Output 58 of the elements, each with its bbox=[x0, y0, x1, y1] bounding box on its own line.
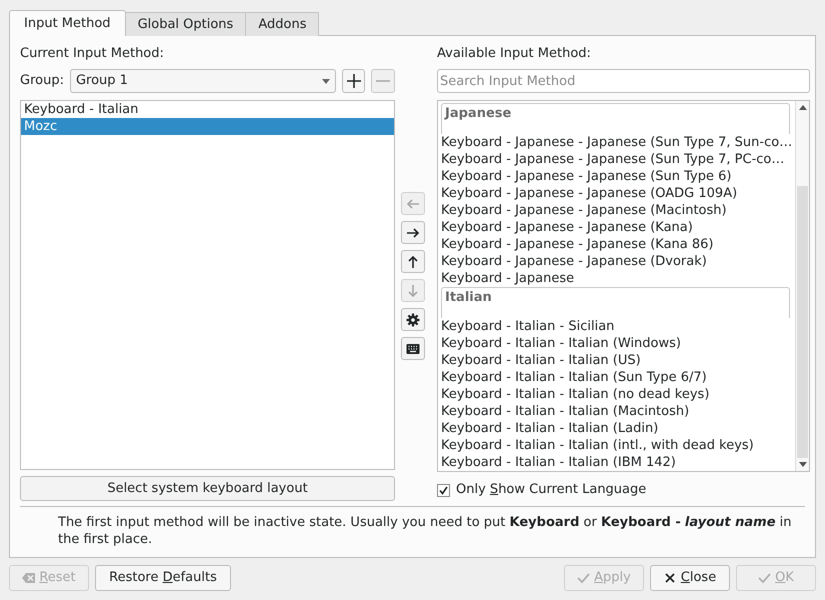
tab[interactable]: Global Options bbox=[124, 12, 246, 36]
tab[interactable]: Input Method bbox=[9, 10, 126, 36]
search-field[interactable]: Search Input Method bbox=[437, 69, 810, 93]
scroll-up-icon[interactable] bbox=[798, 105, 807, 110]
select-layout-button[interactable]: Select system keyboard layout bbox=[20, 476, 395, 501]
language-checkbox[interactable]: Only Show Current Language bbox=[437, 481, 810, 499]
list-item[interactable]: Keyboard - Italian - Italian (Ladin) bbox=[441, 420, 792, 437]
scrollbar[interactable] bbox=[795, 101, 810, 471]
add-button[interactable] bbox=[342, 69, 366, 93]
list-item[interactable]: Keyboard - Japanese - Japanese (Dvorak) bbox=[441, 253, 792, 270]
left-arrow-icon bbox=[406, 196, 420, 210]
list-item[interactable]: Mozc bbox=[21, 118, 394, 135]
section-label: Available Input Method: bbox=[437, 45, 592, 63]
list-item[interactable]: Keyboard - Japanese - Japanese (Kana) bbox=[441, 219, 792, 236]
group-label: Group: bbox=[20, 72, 64, 90]
gear-button[interactable] bbox=[401, 308, 425, 331]
up-arrow-button[interactable] bbox=[401, 250, 425, 273]
info-text: The first input method will be inactive state. Usually you need to put Keyboard or Keyboard - layout name in the first place. bbox=[57, 514, 793, 548]
group-dropdown[interactable]: Group 1 bbox=[70, 69, 336, 93]
keyboard-button[interactable] bbox=[401, 337, 425, 360]
close-icon bbox=[664, 572, 677, 584]
check-icon bbox=[577, 572, 590, 584]
list-item[interactable]: Keyboard - Japanese - Japanese (OADG 109A) bbox=[441, 185, 792, 202]
backspace-icon bbox=[22, 572, 36, 584]
list-item[interactable]: Keyboard - Japanese - Japanese (Macintosh) bbox=[441, 202, 792, 219]
list-item[interactable]: Keyboard - Italian - Italian (US) bbox=[441, 352, 792, 369]
plain-button[interactable]: Restore Defaults bbox=[95, 565, 231, 591]
list-item[interactable]: Keyboard - Italian - Italian (Sun Type 6/7) bbox=[441, 369, 792, 386]
list-item[interactable]: Keyboard - Italian - Italian (IBM 142) bbox=[441, 454, 792, 471]
checkbox[interactable] bbox=[437, 484, 450, 496]
list-item[interactable]: Keyboard - Japanese - Japanese (Sun Type 6) bbox=[441, 168, 792, 185]
keyboard-icon bbox=[406, 342, 420, 356]
list-item[interactable]: Keyboard - Japanese - Japanese (Sun Type 7, PC-co… bbox=[441, 151, 792, 168]
list-item[interactable]: Keyboard - Italian - Italian (Macintosh) bbox=[441, 403, 792, 420]
down-arrow-icon bbox=[406, 284, 420, 298]
list-item[interactable]: Keyboard - Japanese bbox=[441, 270, 792, 287]
scrollbar-thumb[interactable] bbox=[797, 186, 808, 458]
group-header: Italian bbox=[445, 290, 492, 305]
dropdown-caret-icon bbox=[322, 78, 330, 84]
scroll-down-icon[interactable] bbox=[798, 462, 807, 467]
section-label: Current Input Method: bbox=[20, 45, 165, 63]
list-item[interactable]: Keyboard - Italian - Italian (intl., with dead keys) bbox=[441, 437, 792, 454]
tab[interactable]: Addons bbox=[245, 12, 320, 36]
gear-icon bbox=[406, 312, 420, 326]
right-arrow-button[interactable] bbox=[401, 221, 425, 244]
list-item[interactable]: Keyboard - Japanese - Japanese (Kana 86) bbox=[441, 236, 792, 253]
list-item[interactable]: Keyboard - Italian bbox=[21, 101, 394, 118]
plus-icon bbox=[346, 74, 361, 88]
up-arrow-icon bbox=[406, 254, 420, 268]
right-arrow-icon bbox=[406, 226, 420, 240]
list-item[interactable]: Keyboard - Italian - Italian (no dead keys) bbox=[441, 386, 792, 403]
check-icon bbox=[758, 572, 772, 584]
list-item[interactable]: Keyboard - Italian - Sicilian bbox=[441, 318, 792, 335]
list-item[interactable]: Keyboard - Italian - Italian (Windows) bbox=[441, 335, 792, 352]
close-button[interactable]: Close bbox=[650, 565, 730, 591]
group-header: Japanese bbox=[445, 106, 512, 121]
list-item[interactable]: Keyboard - Japanese - Japanese (Sun Type 7, Sun-co… bbox=[441, 134, 792, 151]
check-icon bbox=[439, 486, 448, 494]
